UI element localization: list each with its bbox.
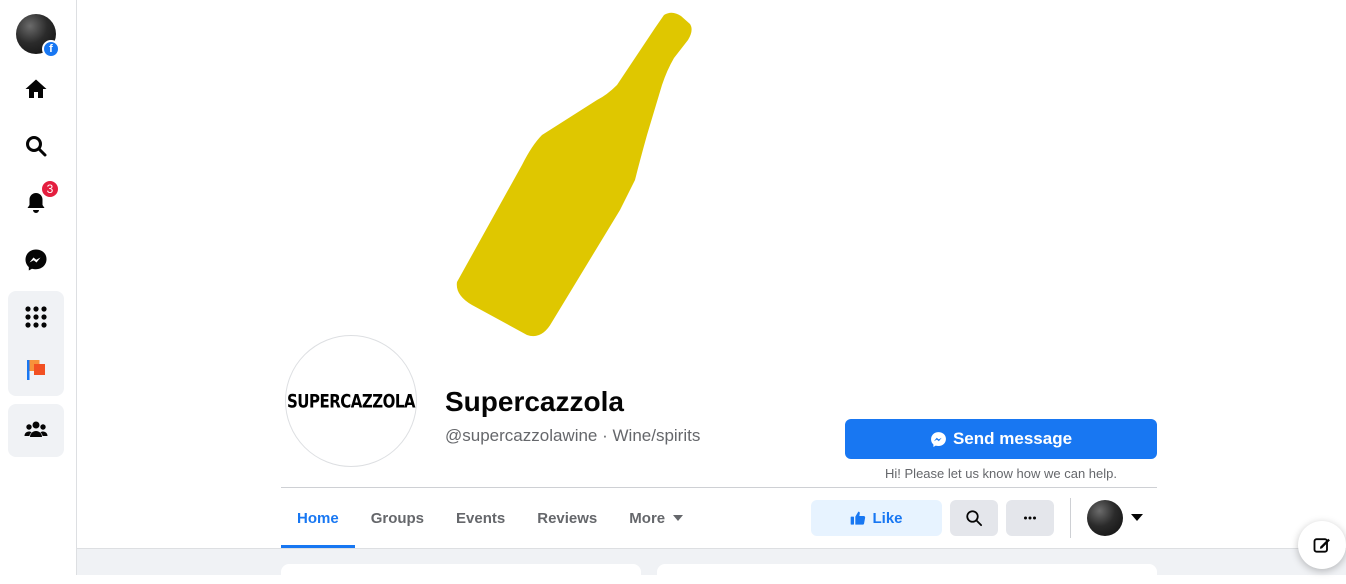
- tab-events-label: Events: [456, 509, 506, 527]
- profile-logo-text: SUPERCAZZOLA: [286, 389, 416, 413]
- messenger-icon: [25, 249, 47, 271]
- chevron-down-icon: [673, 515, 684, 521]
- search-button[interactable]: [8, 122, 64, 170]
- search-icon: [966, 510, 983, 527]
- intro-card: [281, 564, 641, 584]
- actions-separator: [1070, 498, 1071, 538]
- chevron-down-icon[interactable]: [1131, 514, 1143, 521]
- facebook-badge-icon: f: [42, 40, 60, 58]
- ellipsis-icon: [1024, 516, 1036, 520]
- thumbs-up-icon: [851, 511, 866, 525]
- page-title: Supercazzola: [445, 386, 624, 417]
- tab-reviews[interactable]: Reviews: [521, 488, 613, 548]
- posts-card: [657, 564, 1157, 584]
- groups-group: [8, 404, 64, 457]
- compose-icon: [1313, 538, 1330, 553]
- like-button[interactable]: Like: [811, 500, 942, 536]
- page-profile-picture[interactable]: SUPERCAZZOLA: [285, 335, 417, 467]
- shortcuts-group: [8, 291, 64, 396]
- tab-more-label: More: [629, 509, 666, 527]
- home-button[interactable]: [8, 65, 64, 113]
- page-search-button[interactable]: [950, 500, 998, 536]
- profile-avatar[interactable]: f: [16, 14, 60, 58]
- notification-count-badge: 3: [40, 179, 60, 199]
- page-username-category: @supercazzolawine · Wine/spirits: [445, 426, 701, 445]
- tab-home-label: Home: [297, 509, 339, 527]
- left-sidebar: f 3: [0, 0, 77, 575]
- tab-more[interactable]: More: [613, 488, 699, 548]
- new-message-button[interactable]: [1298, 521, 1346, 569]
- like-label: Like: [872, 509, 903, 527]
- messenger-icon: [931, 431, 946, 447]
- tab-reviews-label: Reviews: [537, 509, 598, 527]
- page-tabs: Home Groups Events Reviews More: [281, 488, 699, 548]
- tab-groups-label: Groups: [370, 509, 425, 527]
- bottle-shape: [456, 12, 692, 337]
- wine-bottle-illustration: [456, 12, 692, 337]
- cover-photo[interactable]: [77, 0, 1346, 345]
- send-message-button[interactable]: Send message: [845, 419, 1157, 459]
- groups-icon: [24, 421, 48, 437]
- tab-events[interactable]: Events: [440, 488, 521, 548]
- more-options-button[interactable]: [1006, 500, 1054, 536]
- page-main: SUPERCAZZOLA Supercazzola @supercazzolaw…: [77, 0, 1346, 584]
- send-message-label: Send message: [952, 429, 1073, 448]
- pages-flag-icon: [27, 360, 45, 380]
- messenger-button[interactable]: [8, 236, 64, 284]
- menu-button[interactable]: [8, 293, 64, 341]
- account-switcher-avatar[interactable]: [1087, 500, 1123, 536]
- search-icon: [26, 136, 47, 157]
- groups-button[interactable]: [8, 406, 64, 454]
- send-message-hint: Hi! Please let us know how we can help.: [885, 466, 1117, 481]
- grid-menu-icon: [25, 306, 47, 328]
- tab-groups[interactable]: Groups: [355, 488, 440, 548]
- notifications-button[interactable]: 3: [8, 179, 64, 227]
- pages-button[interactable]: [8, 346, 64, 394]
- home-icon: [25, 79, 47, 98]
- tab-home[interactable]: Home: [281, 488, 355, 548]
